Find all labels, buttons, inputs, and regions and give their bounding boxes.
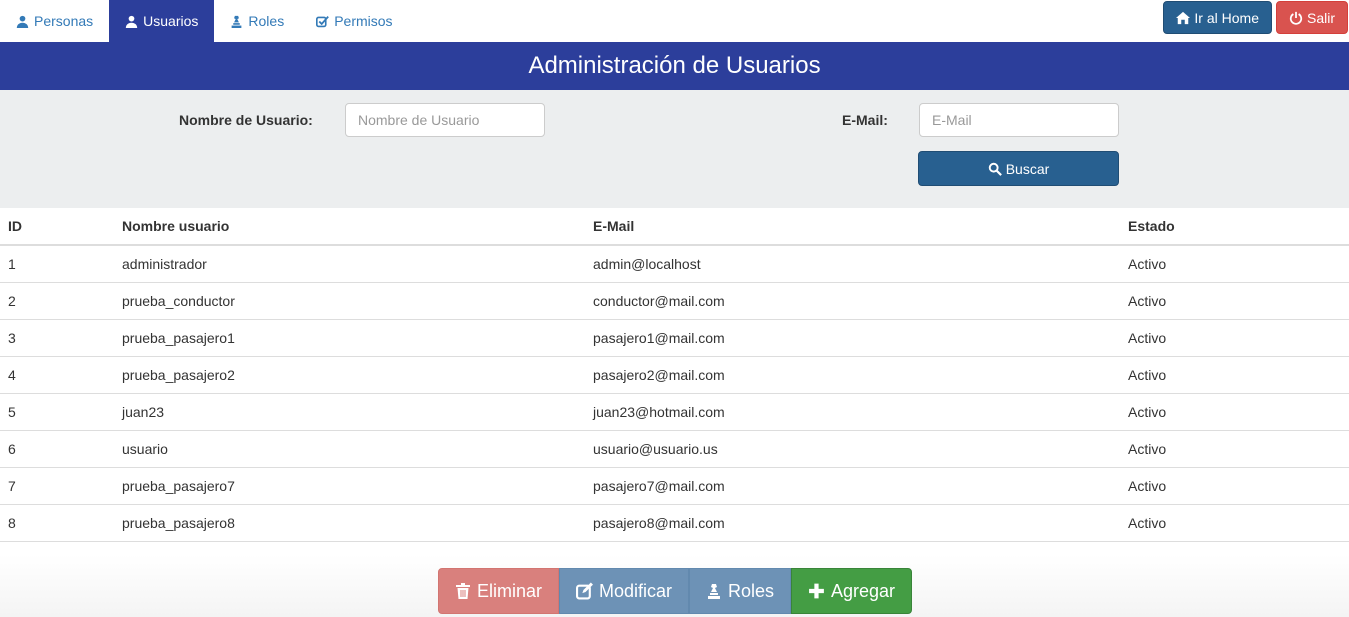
cell-email: admin@localhost	[585, 245, 1120, 283]
tab-usuarios[interactable]: Usuarios	[109, 0, 215, 42]
cell-status: Activo	[1120, 430, 1349, 468]
cell-id: 4	[0, 356, 114, 394]
cell-id: 7	[0, 467, 114, 505]
table-row[interactable]: 8 prueba_pasajero8 pasajero8@mail.com Activ…	[0, 504, 1349, 542]
tab-permisos[interactable]: Permisos	[300, 0, 408, 42]
delete-button-label: Eliminar	[476, 580, 542, 601]
cell-status: Activo	[1120, 504, 1349, 542]
table-row[interactable]: 2 prueba_conductor conductor@mail.com Activ…	[0, 282, 1349, 320]
add-button-label: Agregar	[830, 580, 895, 601]
cell-status: Activo	[1120, 319, 1349, 357]
chess-piece-icon	[232, 15, 242, 28]
cell-status: Activo	[1120, 356, 1349, 394]
table-row[interactable]: 7 prueba_pasajero7 pasajero7@mail.com Activ…	[0, 467, 1349, 505]
username-input[interactable]	[345, 103, 545, 137]
cell-username: prueba_pasajero7	[114, 467, 585, 505]
chess-piece-icon	[707, 584, 720, 599]
power-icon	[1289, 11, 1303, 25]
email-label: E-Mail:	[842, 112, 888, 128]
exit-button-label: Salir	[1306, 9, 1335, 26]
trash-icon	[455, 583, 470, 599]
cell-username: usuario	[114, 430, 585, 468]
cell-email: usuario@usuario.us	[585, 430, 1120, 468]
home-icon	[1176, 11, 1191, 24]
cell-status: Activo	[1120, 282, 1349, 320]
column-header-username[interactable]: Nombre usuario	[114, 208, 585, 246]
add-button[interactable]: Agregar	[791, 568, 912, 614]
cell-email: pasajero1@mail.com	[585, 319, 1120, 357]
home-button[interactable]: Ir al Home	[1163, 1, 1272, 34]
tab-label: Roles	[248, 13, 285, 29]
tab-roles[interactable]: Roles	[214, 0, 300, 42]
cell-id: 3	[0, 319, 114, 357]
users-table: ID Nombre usuario E-Mail Estado 1 adminis…	[0, 208, 1349, 542]
exit-button[interactable]: Salir	[1275, 1, 1348, 34]
cell-username: prueba_pasajero1	[114, 319, 585, 357]
cell-status: Activo	[1120, 393, 1349, 431]
delete-button[interactable]: Eliminar	[438, 568, 559, 614]
checkbox-icon	[316, 15, 330, 27]
cell-email: pasajero8@mail.com	[585, 504, 1120, 542]
cell-id: 8	[0, 504, 114, 542]
username-label: Nombre de Usuario:	[179, 112, 313, 128]
cell-username: administrador	[114, 245, 585, 283]
cell-username: prueba_pasajero8	[114, 504, 585, 542]
search-button-label: Buscar	[1005, 160, 1050, 177]
top-navbar: Personas Usuarios Roles Permisos Ir al H…	[0, 0, 1349, 42]
search-icon	[988, 162, 1002, 176]
table-row[interactable]: 4 prueba_pasajero2 pasajero2@mail.com Activ…	[0, 356, 1349, 394]
home-button-label: Ir al Home	[1194, 9, 1259, 26]
modify-button[interactable]: Modificar	[559, 568, 689, 614]
edit-icon	[576, 582, 593, 600]
action-bar: Eliminar Modificar Roles Agregar	[0, 555, 1349, 617]
cell-email: conductor@mail.com	[585, 282, 1120, 320]
roles-button-label: Roles	[727, 580, 774, 601]
table-row[interactable]: 5 juan23 juan23@hotmail.com Activo	[0, 393, 1349, 431]
email-input[interactable]	[919, 103, 1119, 137]
column-header-status[interactable]: Estado	[1120, 208, 1349, 246]
table-row[interactable]: 6 usuario usuario@usuario.us Activo	[0, 430, 1349, 468]
table-header-row: ID Nombre usuario E-Mail Estado	[0, 208, 1349, 246]
user-icon	[125, 15, 138, 28]
table-row[interactable]: 1 administrador admin@localhost Activo	[0, 245, 1349, 283]
action-button-group: Eliminar Modificar Roles Agregar	[438, 568, 912, 614]
cell-id: 5	[0, 393, 114, 431]
tab-label: Permisos	[334, 13, 393, 29]
page-title-banner: Administración de Usuarios	[0, 42, 1349, 90]
tab-label: Personas	[34, 13, 94, 29]
cell-id: 1	[0, 245, 114, 283]
table-row[interactable]: 3 prueba_pasajero1 pasajero1@mail.com Activ…	[0, 319, 1349, 357]
users-table-container[interactable]: ID Nombre usuario E-Mail Estado 1 adminis…	[0, 208, 1349, 555]
cell-status: Activo	[1120, 467, 1349, 505]
column-header-id[interactable]: ID	[0, 208, 114, 246]
roles-button[interactable]: Roles	[689, 568, 791, 614]
modify-button-label: Modificar	[598, 580, 672, 601]
cell-username: juan23	[114, 393, 585, 431]
cell-email: pasajero2@mail.com	[585, 356, 1120, 394]
page-title: Administración de Usuarios	[528, 52, 821, 79]
tab-personas[interactable]: Personas	[0, 0, 109, 42]
cell-status: Activo	[1120, 245, 1349, 283]
table-body: 1 administrador admin@localhost Activo 2 prue…	[0, 245, 1349, 542]
user-icon	[16, 15, 29, 28]
plus-icon	[809, 583, 824, 599]
tab-list: Personas Usuarios Roles Permisos	[0, 0, 409, 42]
filter-panel: Nombre de Usuario: E-Mail: Buscar	[0, 90, 1349, 208]
cell-username: prueba_conductor	[114, 282, 585, 320]
cell-email: pasajero7@mail.com	[585, 467, 1120, 505]
cell-username: prueba_pasajero2	[114, 356, 585, 394]
cell-email: juan23@hotmail.com	[585, 393, 1120, 431]
header-actions: Ir al Home Salir	[1163, 1, 1348, 34]
search-button[interactable]: Buscar	[918, 151, 1119, 186]
tab-label: Usuarios	[143, 13, 199, 29]
column-header-email[interactable]: E-Mail	[585, 208, 1120, 246]
cell-id: 2	[0, 282, 114, 320]
cell-id: 6	[0, 430, 114, 468]
